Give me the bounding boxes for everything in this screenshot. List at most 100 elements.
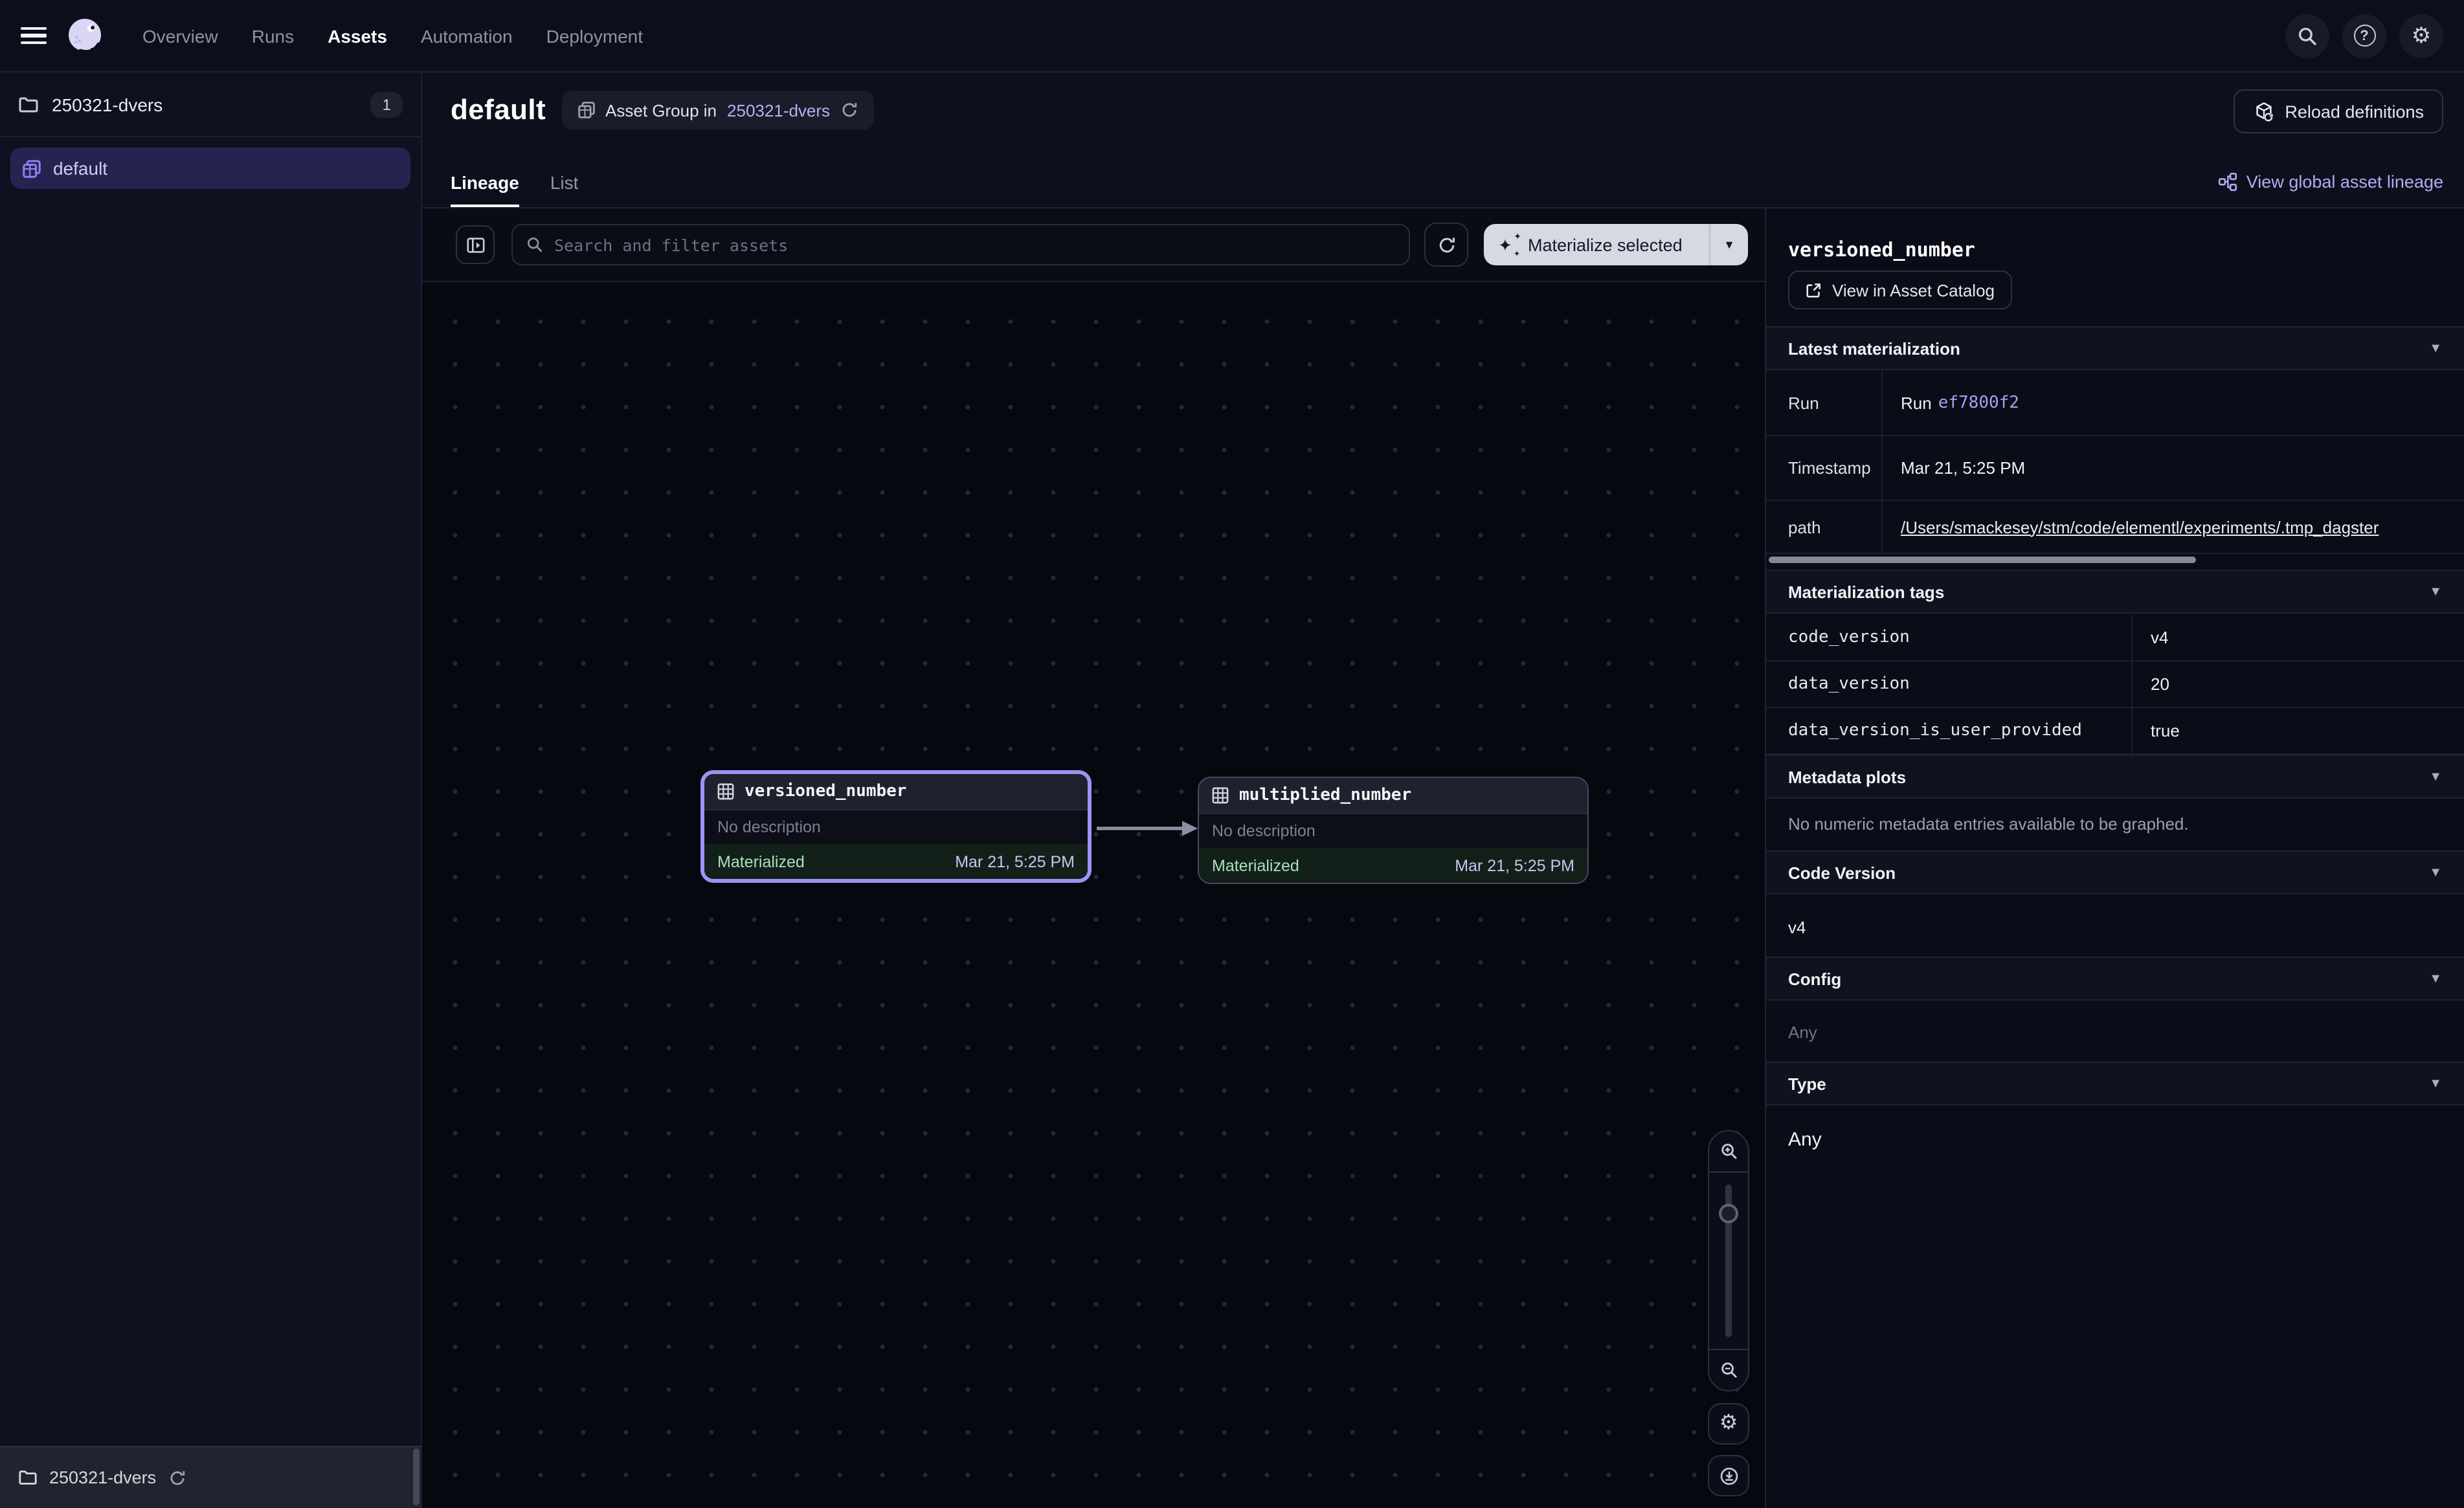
gear-icon: ⚙ bbox=[1719, 1414, 1738, 1434]
lineage-edge-arrow bbox=[1097, 817, 1200, 840]
section-config[interactable]: Config ▼ bbox=[1766, 957, 2464, 1001]
section-metadata-plots[interactable]: Metadata plots ▼ bbox=[1766, 755, 2464, 799]
asset-group-icon bbox=[22, 159, 41, 178]
section-heading: Type bbox=[1788, 1074, 1826, 1093]
tag-row: data_version 20 bbox=[1766, 661, 2464, 708]
run-value: Run ef7800f2 bbox=[1883, 371, 2464, 435]
section-code-version[interactable]: Code Version ▼ bbox=[1766, 850, 2464, 894]
refresh-icon[interactable] bbox=[168, 1469, 186, 1487]
tab-list[interactable]: List bbox=[550, 172, 579, 207]
asset-node-description: No description bbox=[1199, 814, 1587, 848]
download-graph-button[interactable] bbox=[1708, 1455, 1749, 1496]
lineage-graph-canvas[interactable]: ✦✦✦ Materialize selected ▼ versioned_num… bbox=[422, 208, 1765, 1508]
download-icon bbox=[1719, 1466, 1738, 1485]
nav-item-overview[interactable]: Overview bbox=[142, 25, 218, 46]
asset-node-description: No description bbox=[704, 810, 1088, 844]
hamburger-menu-icon[interactable] bbox=[21, 27, 47, 45]
settings-gear-icon[interactable]: ⚙ bbox=[2399, 14, 2443, 58]
view-in-asset-catalog-label: View in Asset Catalog bbox=[1832, 280, 1995, 300]
section-heading: Materialization tags bbox=[1788, 582, 1944, 601]
zoom-out-button[interactable] bbox=[1709, 1349, 1748, 1390]
zoom-slider[interactable] bbox=[1709, 1173, 1748, 1349]
table-icon bbox=[717, 783, 734, 800]
tag-value: v4 bbox=[2133, 615, 2464, 660]
graph-settings-button[interactable]: ⚙ bbox=[1708, 1403, 1749, 1445]
collapse-panel-button[interactable] bbox=[456, 225, 495, 264]
badge-repo-link[interactable]: 250321-dvers bbox=[727, 100, 830, 120]
page-title: default bbox=[451, 93, 546, 127]
nav-item-assets[interactable]: Assets bbox=[328, 25, 387, 46]
section-heading: Config bbox=[1788, 969, 1841, 988]
help-icon[interactable]: ? bbox=[2342, 14, 2386, 58]
row-label: path bbox=[1766, 501, 1883, 553]
zoom-out-icon bbox=[1719, 1360, 1738, 1380]
section-heading: Metadata plots bbox=[1788, 767, 1906, 786]
run-id-link[interactable]: ef7800f2 bbox=[1938, 394, 2019, 413]
asset-node-multiplied-number[interactable]: multiplied_number No description Materia… bbox=[1198, 777, 1589, 884]
tag-value: true bbox=[2133, 708, 2464, 753]
top-navbar: Overview Runs Assets Automation Deployme… bbox=[0, 0, 2464, 72]
materialize-selected-split-button: ✦✦✦ Materialize selected ▼ bbox=[1484, 224, 1748, 265]
materialize-selected-button[interactable]: ✦✦✦ Materialize selected bbox=[1484, 235, 1709, 254]
chevron-down-icon: ▼ bbox=[2429, 1076, 2442, 1091]
tab-lineage[interactable]: Lineage bbox=[451, 172, 519, 207]
refresh-icon[interactable] bbox=[840, 101, 858, 119]
nav-item-runs[interactable]: Runs bbox=[252, 25, 294, 46]
table-row: Timestamp Mar 21, 5:25 PM bbox=[1766, 436, 2464, 501]
dagster-logo-icon[interactable] bbox=[65, 15, 106, 56]
materialized-timestamp: Mar 21, 5:25 PM bbox=[1455, 856, 1574, 874]
timestamp-value: Mar 21, 5:25 PM bbox=[1883, 436, 2464, 500]
section-heading: Latest materialization bbox=[1788, 338, 1960, 358]
folder-icon bbox=[18, 94, 39, 115]
panel-toggle-icon bbox=[465, 235, 485, 254]
sidebar-item-default[interactable]: default bbox=[10, 148, 410, 189]
chevron-down-icon: ▼ bbox=[2429, 865, 2442, 880]
materialize-dropdown-caret[interactable]: ▼ bbox=[1709, 224, 1748, 265]
tag-key: data_version_is_user_provided bbox=[1766, 708, 2133, 753]
asset-node-name: multiplied_number bbox=[1239, 786, 1411, 805]
view-global-asset-lineage-link[interactable]: View global asset lineage bbox=[2218, 172, 2443, 192]
graph-dot-grid bbox=[422, 282, 1765, 1508]
path-link[interactable]: /Users/smackesey/stm/code/elementl/exper… bbox=[1901, 517, 2379, 537]
zoom-slider-thumb[interactable] bbox=[1719, 1204, 1738, 1223]
section-latest-materialization[interactable]: Latest materialization ▼ bbox=[1766, 326, 2464, 370]
tag-value: 20 bbox=[2133, 661, 2464, 707]
refresh-graph-button[interactable] bbox=[1424, 223, 1468, 267]
config-value: Any bbox=[1788, 1023, 1817, 1042]
run-prefix: Run bbox=[1901, 394, 1932, 413]
sidebar-scrollbar[interactable] bbox=[413, 1448, 420, 1505]
section-type[interactable]: Type ▼ bbox=[1766, 1061, 2464, 1105]
sidebar-footer-repo[interactable]: 250321-dvers bbox=[0, 1446, 421, 1508]
reload-definitions-button[interactable]: Reload definitions bbox=[2233, 89, 2443, 133]
asset-search-box bbox=[511, 224, 1410, 265]
search-icon bbox=[526, 236, 544, 254]
code-version-value: v4 bbox=[1788, 918, 1806, 937]
zoom-in-icon bbox=[1719, 1142, 1738, 1161]
asset-search-input[interactable] bbox=[554, 235, 1396, 254]
asset-detail-panel: versioned_number View in Asset Catalog L… bbox=[1765, 208, 2464, 1508]
refresh-icon bbox=[1437, 235, 1456, 254]
asset-node-name: versioned_number bbox=[745, 782, 906, 801]
zoom-in-button[interactable] bbox=[1709, 1131, 1748, 1173]
tag-key: code_version bbox=[1766, 615, 2133, 660]
table-row: path /Users/smackesey/stm/code/elementl/… bbox=[1766, 501, 2464, 554]
table-icon bbox=[1212, 787, 1229, 804]
badge-prefix: Asset Group in bbox=[605, 100, 717, 120]
view-in-asset-catalog-button[interactable]: View in Asset Catalog bbox=[1788, 271, 2011, 309]
nav-item-deployment[interactable]: Deployment bbox=[546, 25, 643, 46]
horizontal-scrollbar-thumb[interactable] bbox=[1769, 557, 2196, 563]
sidebar-group-label: 250321-dvers bbox=[52, 94, 358, 115]
section-materialization-tags[interactable]: Materialization tags ▼ bbox=[1766, 570, 2464, 614]
search-icon[interactable] bbox=[2285, 14, 2329, 58]
materialized-status-badge: Materialized bbox=[717, 852, 805, 870]
sidebar-group-row[interactable]: 250321-dvers 1 bbox=[0, 72, 421, 137]
row-label: Timestamp bbox=[1766, 436, 1883, 500]
graph-toolbar: ✦✦✦ Materialize selected ▼ bbox=[422, 208, 1765, 282]
view-tabs: Lineage List bbox=[451, 172, 578, 207]
asset-node-versioned-number[interactable]: versioned_number No description Material… bbox=[700, 770, 1092, 883]
materialized-timestamp: Mar 21, 5:25 PM bbox=[955, 852, 1075, 870]
nav-item-automation[interactable]: Automation bbox=[421, 25, 513, 46]
panel-asset-title: versioned_number bbox=[1788, 238, 1975, 261]
row-label: Run bbox=[1766, 371, 1883, 435]
asset-group-icon bbox=[577, 101, 595, 119]
